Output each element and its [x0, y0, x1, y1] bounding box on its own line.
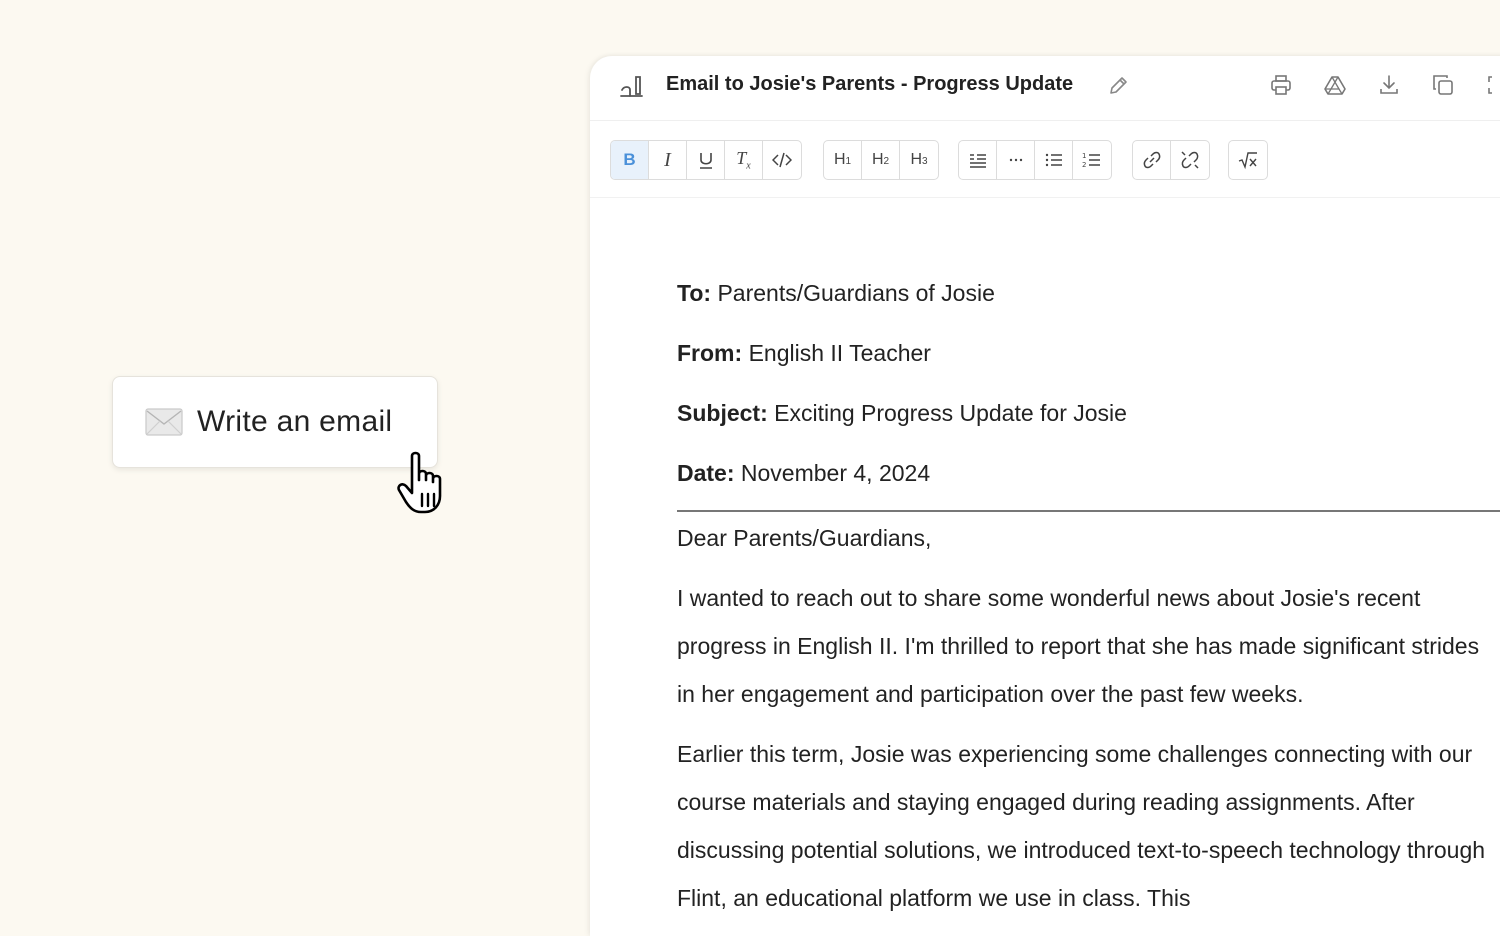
bullet-list-button[interactable]: [1035, 141, 1073, 179]
from-line: From: English II Teacher: [677, 340, 931, 367]
to-value: Parents/Guardians of Josie: [717, 280, 995, 306]
svg-text:1: 1: [1082, 152, 1086, 160]
hand-cursor-icon: [397, 451, 442, 514]
envelope-icon: [145, 408, 183, 436]
heading3-button[interactable]: H3: [900, 141, 938, 179]
blockquote-icon: [969, 154, 986, 168]
heading1-button[interactable]: H1: [824, 141, 862, 179]
block-group: 12: [958, 140, 1112, 180]
subject-label: Subject:: [677, 400, 768, 426]
download-icon: [1380, 75, 1398, 94]
date-label: Date:: [677, 460, 735, 486]
underline-icon: [699, 153, 712, 169]
numbered-list-icon: 12: [1082, 152, 1100, 169]
code-icon: [772, 152, 792, 168]
code-button[interactable]: [763, 141, 801, 179]
unlink-icon: [1181, 151, 1199, 169]
write-email-button[interactable]: Write an email: [112, 376, 438, 468]
math-button[interactable]: [1229, 141, 1267, 179]
from-label: From:: [677, 340, 743, 366]
heading-group: H1 H2 H3: [823, 140, 939, 180]
ellipsis-icon: [1009, 158, 1022, 162]
numbered-list-button[interactable]: 12: [1073, 141, 1111, 179]
svg-text:2: 2: [1082, 161, 1086, 169]
bold-button[interactable]: B: [611, 141, 649, 179]
copy-icon: [1433, 75, 1453, 95]
date-value: November 4, 2024: [740, 460, 931, 486]
drive-button[interactable]: [1324, 72, 1346, 98]
expand-icon: [1488, 76, 1492, 94]
write-email-label: Write an email: [197, 405, 393, 438]
copy-button[interactable]: [1432, 72, 1454, 98]
from-value: English II Teacher: [748, 340, 931, 366]
blockquote-button[interactable]: [959, 141, 997, 179]
bullet-list-icon: [1045, 153, 1062, 167]
print-icon: [1271, 75, 1291, 95]
date-line: Date: November 4, 2024: [677, 460, 930, 487]
document-title: Email to Josie's Parents - Progress Upda…: [666, 73, 1074, 95]
formatting-toolbar: B I Tx H1 H2 H3 12: [590, 121, 1500, 198]
document-panel: Email to Josie's Parents - Progress Upda…: [590, 56, 1500, 936]
subject-line: Subject: Exciting Progress Update for Jo…: [677, 400, 1127, 427]
to-label: To:: [677, 280, 712, 306]
pencil-icon[interactable]: [1107, 75, 1129, 97]
expand-button[interactable]: [1486, 72, 1500, 98]
text-style-group: B I Tx: [610, 140, 802, 180]
print-button[interactable]: [1270, 72, 1292, 98]
link-button[interactable]: [1133, 141, 1171, 179]
body-paragraph-2: Earlier this term, Josie was experiencin…: [677, 741, 1486, 911]
document-edit-icon: [620, 76, 643, 97]
to-line: To: Parents/Guardians of Josie: [677, 280, 995, 307]
math-group: [1228, 140, 1268, 180]
horizontal-rule: [677, 510, 1500, 512]
divider-button[interactable]: [997, 141, 1035, 179]
math-icon: [1238, 152, 1257, 170]
document-header: Email to Josie's Parents - Progress Upda…: [590, 56, 1500, 121]
link-group: [1132, 140, 1210, 180]
clear-format-button[interactable]: Tx: [725, 141, 763, 179]
heading2-button[interactable]: H2: [862, 141, 900, 179]
body-paragraph-1: I wanted to reach out to share some wond…: [677, 585, 1480, 707]
greeting-paragraph: Dear Parents/Guardians,: [677, 525, 932, 551]
link-icon: [1143, 151, 1160, 169]
subject-value: Exciting Progress Update for Josie: [774, 400, 1127, 426]
unlink-button[interactable]: [1171, 141, 1209, 179]
underline-button[interactable]: [687, 141, 725, 179]
download-button[interactable]: [1378, 72, 1400, 98]
italic-button[interactable]: I: [649, 141, 687, 179]
drive-icon: [1324, 76, 1346, 95]
